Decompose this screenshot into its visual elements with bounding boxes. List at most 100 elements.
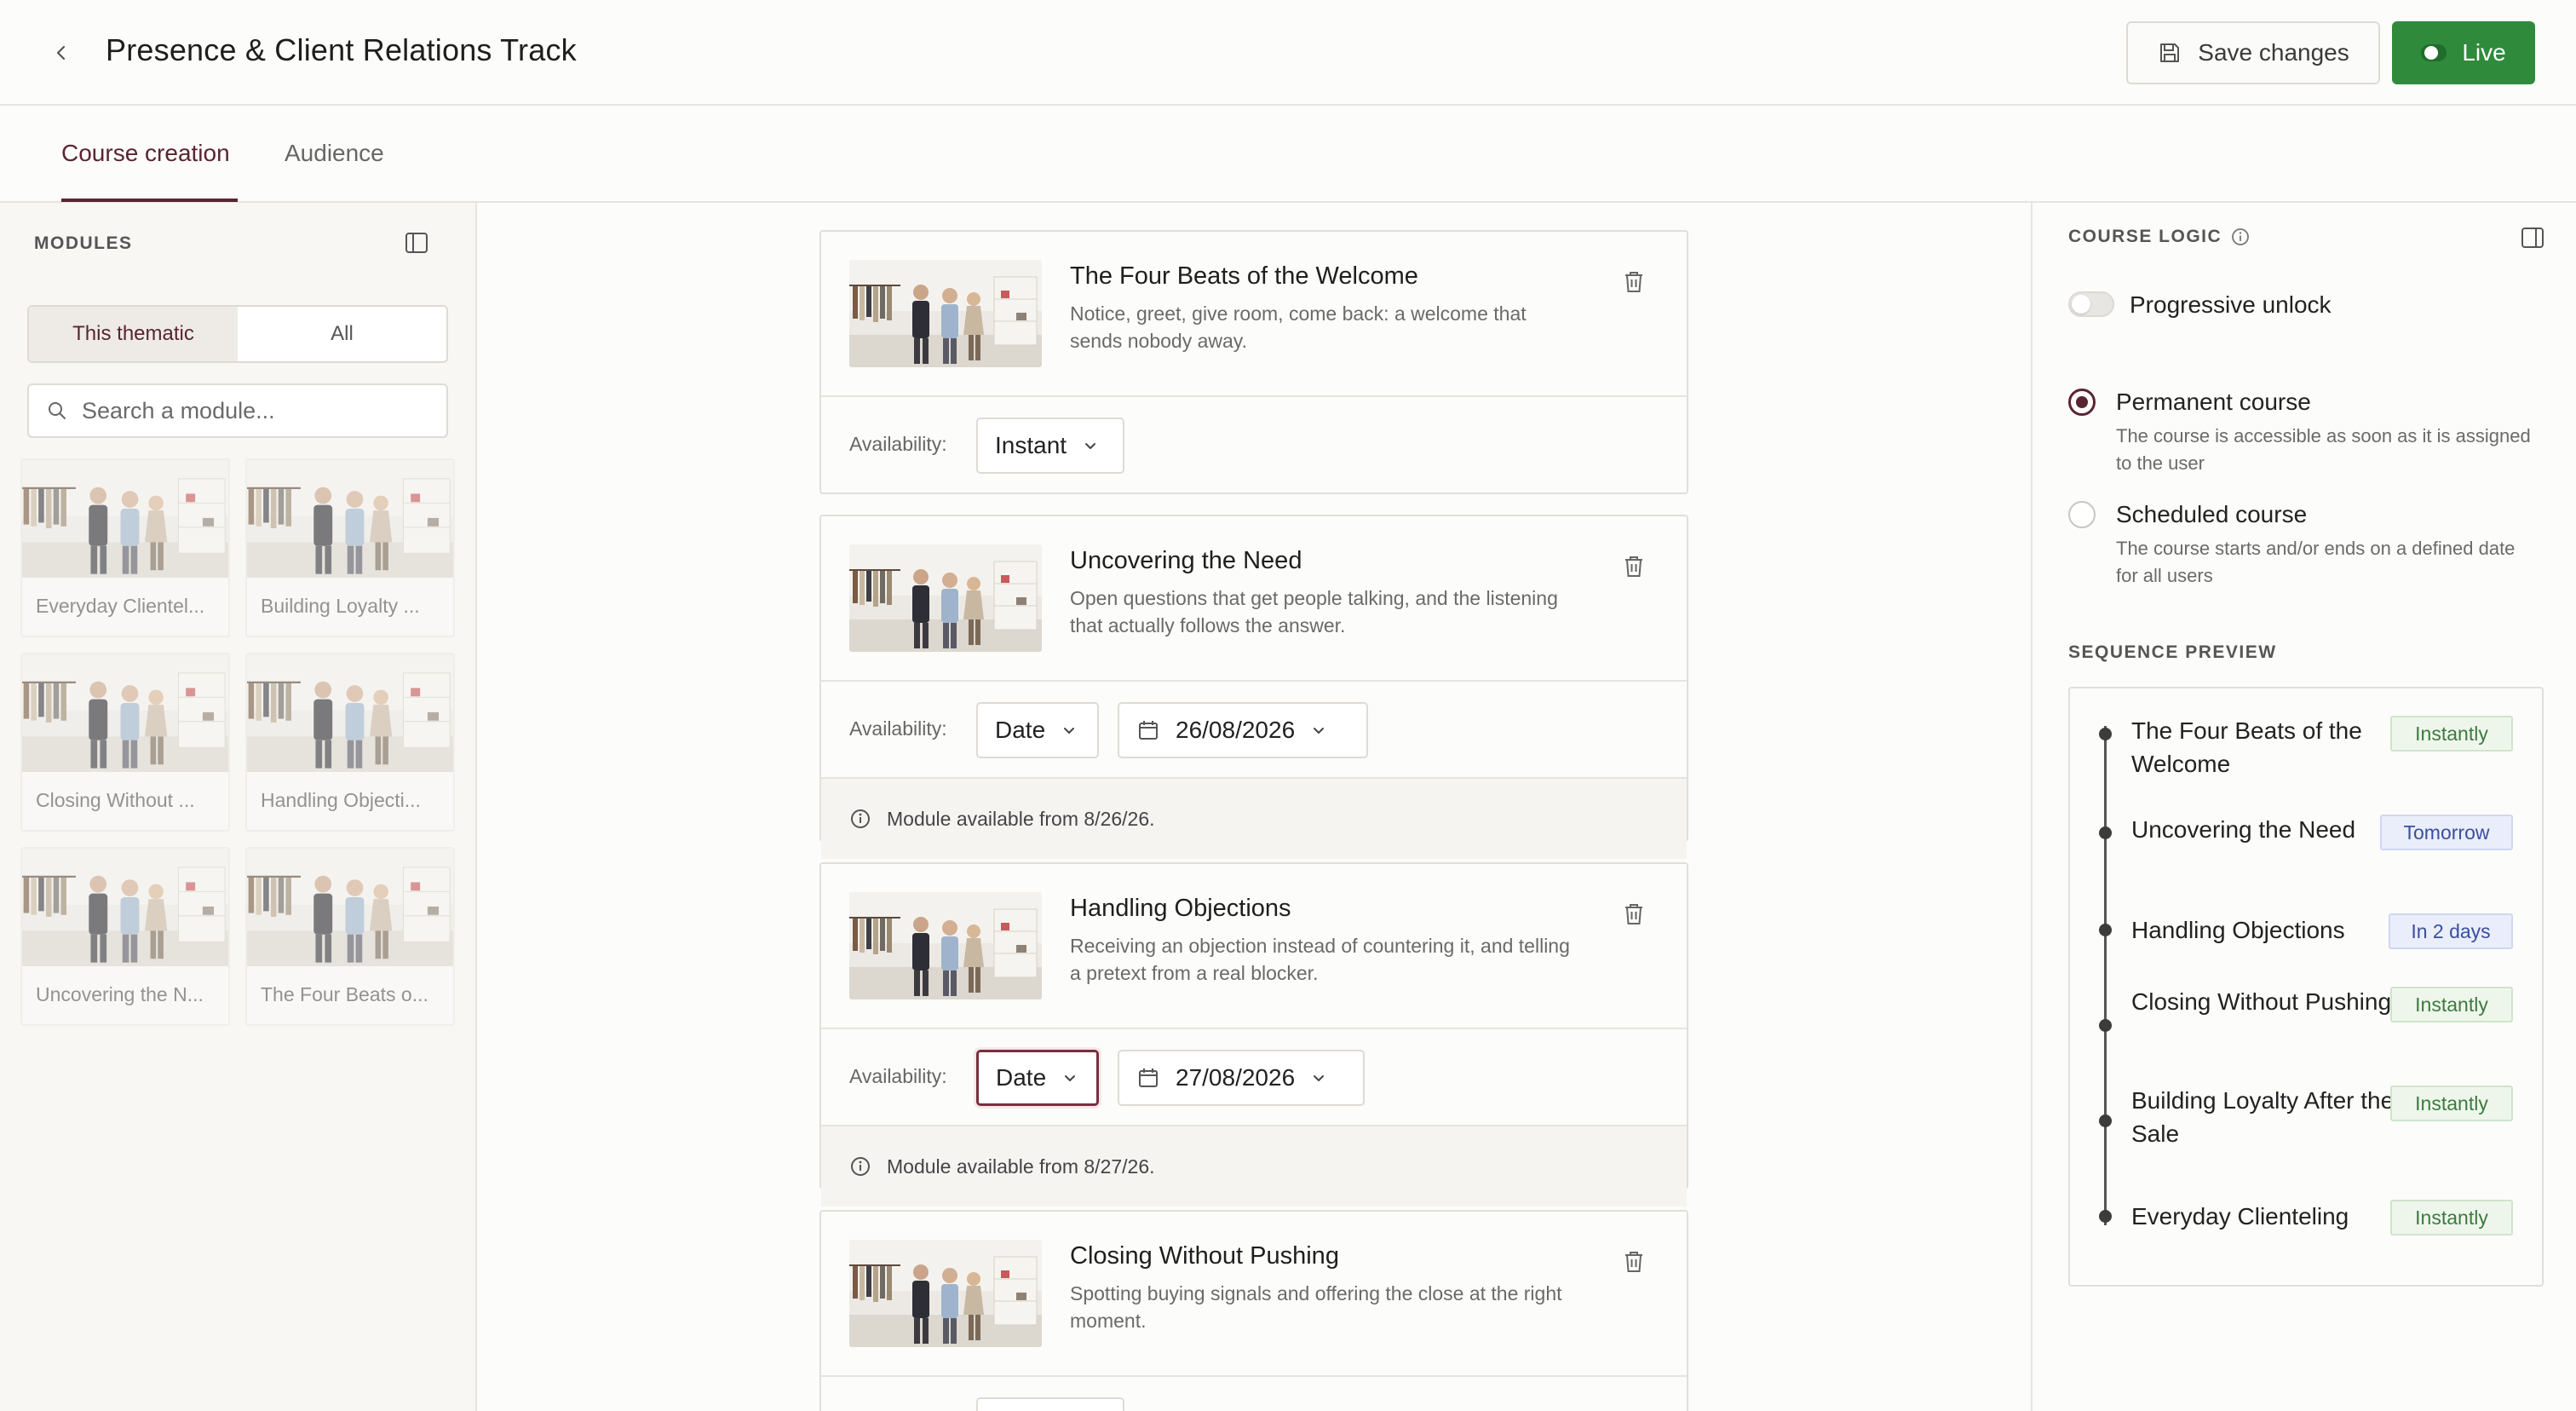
delete-module-button[interactable] bbox=[1622, 1249, 1646, 1275]
module-thumbnail bbox=[247, 849, 453, 966]
course-logic-heading: COURSE LOGIC bbox=[2068, 227, 2251, 247]
module-thumbnail bbox=[849, 892, 1042, 999]
availability-note-text: Module available from 8/26/26. bbox=[887, 807, 1155, 830]
course-logic-panel: COURSE LOGIC Progressive unlock Permanen… bbox=[2031, 203, 2576, 1411]
chevron-down-icon bbox=[1085, 443, 1096, 449]
sequence-badge: Instantly bbox=[2390, 987, 2513, 1022]
active-tab-indicator bbox=[61, 199, 238, 202]
library-module-card[interactable]: Uncovering the N... bbox=[20, 847, 230, 1026]
availability-label: Availability: bbox=[849, 717, 947, 740]
availability-value: Date bbox=[996, 1064, 1047, 1091]
sequence-item-title: Handling Objections bbox=[2131, 917, 2345, 943]
delete-module-button[interactable] bbox=[1622, 554, 1646, 579]
save-changes-label: Save changes bbox=[2198, 39, 2349, 66]
timeline-dot bbox=[2099, 728, 2112, 740]
sidebar-toggle-icon bbox=[405, 233, 428, 253]
live-toggle-button[interactable]: Live bbox=[2392, 21, 2535, 84]
calendar-icon bbox=[1139, 721, 1158, 740]
live-switch-icon bbox=[2421, 44, 2447, 61]
sequence-item-title: Closing Without Pushing bbox=[2131, 988, 2392, 1015]
sequence-item-title: Everyday Clienteling bbox=[2131, 1203, 2349, 1230]
course-module-card: Uncovering the Need Open questions that … bbox=[819, 515, 1688, 859]
tab-bar: Course creation Audience bbox=[0, 106, 2576, 203]
course-logic-label: COURSE LOGIC bbox=[2068, 227, 2222, 246]
modules-panel: MODULES This thematic All Everyday Clien… bbox=[0, 203, 477, 1411]
module-description: Spotting buying signals and offering the… bbox=[1070, 1282, 1562, 1332]
availability-note: Module available from 8/26/26. bbox=[821, 779, 1687, 859]
sequence-badge: Instantly bbox=[2390, 1086, 2513, 1121]
module-caption: Everyday Clientel... bbox=[36, 595, 205, 617]
calendar-icon bbox=[1139, 1068, 1158, 1087]
timeline-dot bbox=[2099, 1210, 2112, 1223]
filter-this-thematic[interactable]: This thematic bbox=[29, 307, 238, 361]
sequence-badge: Instantly bbox=[2390, 1200, 2513, 1235]
sequence-timeline bbox=[2104, 726, 2107, 1225]
sequence-preview: The Four Beats of the Welcome Instantly … bbox=[2068, 687, 2544, 1287]
module-title: Closing Without Pushing bbox=[1070, 1242, 1339, 1270]
info-icon[interactable] bbox=[2230, 227, 2251, 247]
library-module-card[interactable]: Handling Objecti... bbox=[245, 653, 455, 832]
chevron-down-icon bbox=[1314, 728, 1325, 734]
tab-audience[interactable]: Audience bbox=[285, 140, 384, 167]
modules-heading: MODULES bbox=[34, 233, 133, 253]
availability-value: Instant bbox=[995, 432, 1067, 458]
library-module-card[interactable]: Everyday Clientel... bbox=[20, 458, 230, 637]
info-icon bbox=[851, 1157, 870, 1176]
sequence-item-title: The Four Beats of the Welcome bbox=[2131, 717, 2362, 777]
save-icon bbox=[2160, 43, 2180, 62]
permanent-course-radio[interactable] bbox=[2068, 389, 2096, 416]
sequence-badge: Tomorrow bbox=[2380, 815, 2513, 850]
library-module-card[interactable]: Building Loyalty ... bbox=[245, 458, 455, 637]
chevron-left-icon bbox=[56, 45, 66, 60]
module-thumbnail bbox=[22, 460, 228, 578]
module-description: Notice, greet, give room, come back: a w… bbox=[1070, 302, 1527, 352]
sidebar-toggle-icon bbox=[2521, 227, 2544, 248]
save-changes-button[interactable]: Save changes bbox=[2126, 21, 2380, 84]
module-thumbnail bbox=[22, 849, 228, 966]
library-module-card[interactable]: Closing Without ... bbox=[20, 653, 230, 832]
module-thumbnail bbox=[247, 654, 453, 772]
search-module-input[interactable] bbox=[82, 397, 423, 424]
progressive-unlock-toggle[interactable] bbox=[2068, 291, 2114, 317]
permanent-course-description: The course is accessible as soon as it i… bbox=[2116, 425, 2531, 474]
availability-select[interactable] bbox=[976, 1397, 1124, 1411]
sequence-item-title: Building Loyalty After the Sale bbox=[2131, 1087, 2395, 1147]
scheduled-course-radio[interactable] bbox=[2068, 501, 2096, 528]
chevron-down-icon bbox=[1064, 728, 1075, 734]
availability-select[interactable]: Instant bbox=[976, 418, 1124, 474]
availability-value: Date bbox=[995, 717, 1046, 743]
scheduled-course-title: Scheduled course bbox=[2116, 501, 2308, 527]
back-button[interactable] bbox=[49, 41, 73, 65]
module-search bbox=[27, 383, 448, 438]
module-description: Open questions that get people talking, … bbox=[1070, 587, 1558, 636]
date-picker[interactable]: 26/08/2026 bbox=[1118, 702, 1368, 758]
progressive-unlock-label: Progressive unlock bbox=[2130, 291, 2332, 318]
date-picker[interactable]: 27/08/2026 bbox=[1118, 1050, 1365, 1106]
availability-select[interactable]: Date bbox=[976, 702, 1099, 758]
availability-select[interactable]: Date bbox=[976, 1050, 1099, 1106]
module-caption: Closing Without ... bbox=[36, 789, 195, 811]
trash-icon bbox=[1625, 904, 1642, 924]
collapse-logic-panel-button[interactable] bbox=[2520, 225, 2545, 251]
filter-all[interactable]: All bbox=[238, 307, 446, 361]
availability-note: Module available from 8/27/26. bbox=[821, 1126, 1687, 1207]
module-title: Handling Objections bbox=[1070, 895, 1291, 922]
module-filter-segmented-control: This thematic All bbox=[27, 305, 448, 363]
module-title: Uncovering the Need bbox=[1070, 547, 1302, 574]
module-thumbnail bbox=[849, 260, 1042, 367]
module-description: Receiving an objection instead of counte… bbox=[1070, 935, 1570, 984]
library-module-card[interactable]: The Four Beats o... bbox=[245, 847, 455, 1026]
search-icon bbox=[49, 402, 66, 419]
module-caption: Uncovering the N... bbox=[36, 983, 204, 1005]
tab-course-creation[interactable]: Course creation bbox=[61, 140, 230, 167]
module-thumbnail bbox=[849, 1240, 1042, 1347]
live-label: Live bbox=[2462, 39, 2506, 66]
timeline-dot bbox=[2099, 1114, 2112, 1127]
sequence-badge: In 2 days bbox=[2389, 913, 2513, 949]
collapse-modules-panel-button[interactable] bbox=[404, 230, 429, 256]
date-value: 26/08/2026 bbox=[1176, 717, 1296, 743]
delete-module-button[interactable] bbox=[1622, 901, 1646, 927]
delete-module-button[interactable] bbox=[1622, 269, 1646, 295]
course-module-card: Closing Without Pushing Spotting buying … bbox=[819, 1210, 1688, 1411]
timeline-dot bbox=[2099, 1019, 2112, 1032]
